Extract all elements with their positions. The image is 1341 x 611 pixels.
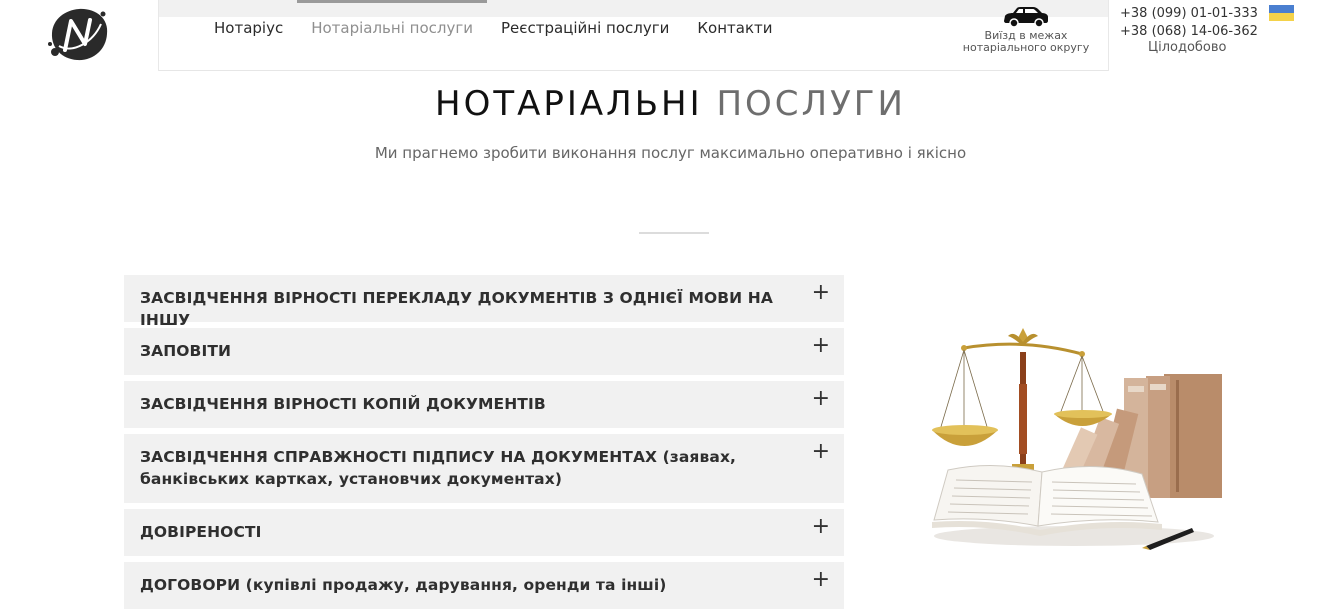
title-divider [639, 232, 709, 234]
nav-label: Реєстраційні послуги [500, 19, 670, 37]
contact-box: +38 (099) 01-01-333 +38 (068) 14-06-362 … [1108, 0, 1341, 71]
accordion-item-contracts[interactable]: ДОГОВОРИ (купівлі продажу, дарування, ор… [124, 562, 844, 609]
ukraine-flag-icon[interactable] [1269, 5, 1294, 21]
accordion-item-translation[interactable]: ЗАСВІДЧЕННЯ ВІРНОСТІ ПЕРЕКЛАДУ ДОКУМЕНТІ… [124, 275, 844, 329]
accordion-item-copies[interactable]: ЗАСВІДЧЕННЯ ВІРНОСТІ КОПІЙ ДОКУМЕНТІВ + [124, 381, 844, 428]
plus-icon[interactable]: + [812, 515, 830, 539]
nav-label: Нотаріальні послуги [311, 19, 473, 37]
phone-list: +38 (099) 01-01-333 +38 (068) 14-06-362 [1120, 5, 1258, 41]
accordion-item-label: ДОГОВОРИ (купівлі продажу, дарування, ор… [140, 576, 667, 594]
page-subtitle: Ми прагнемо зробити виконання послуг мак… [374, 144, 967, 162]
plus-icon[interactable]: + [812, 334, 830, 358]
nav-label: Нотаріус [214, 19, 284, 37]
accordion-item-label: ДОВІРЕНОСТІ [140, 523, 262, 541]
page-title: НОТАРІАЛЬНІ ПОСЛУГИ [0, 84, 1341, 124]
notary-logo-icon [48, 8, 108, 61]
page-title-part-1: НОТАРІАЛЬНІ [435, 84, 703, 124]
plus-icon[interactable]: + [812, 281, 830, 305]
nav-item-notarial-services[interactable]: Нотаріальні послуги [297, 0, 487, 60]
accordion-item-signatures[interactable]: ЗАСВІДЧЕННЯ СПРАВЖНОСТІ ПІДПИСУ НА ДОКУМ… [124, 434, 844, 503]
working-hours: Цілодобово [1148, 40, 1227, 55]
nav-label: Контакти [697, 19, 773, 37]
accordion-item-wills[interactable]: ЗАПОВІТИ + [124, 328, 844, 375]
law-illustration [924, 322, 1246, 558]
phone-link-1[interactable]: +38 (099) 01-01-333 [1120, 6, 1258, 21]
accordion-item-label: ЗАСВІДЧЕННЯ ВІРНОСТІ КОПІЙ ДОКУМЕНТІВ [140, 395, 546, 413]
plus-icon[interactable]: + [812, 568, 830, 592]
nav-item-notary[interactable]: Нотаріус [200, 0, 297, 60]
travel-info: Виїзд в межах нотаріального округу [956, 6, 1096, 54]
nav-item-registration-services[interactable]: Реєстраційні послуги [487, 0, 683, 60]
car-icon [1004, 7, 1048, 28]
accordion-item-label: ЗАСВІДЧЕННЯ ВІРНОСТІ ПЕРЕКЛАДУ ДОКУМЕНТІ… [140, 289, 773, 329]
accordion-item-label: ЗАПОВІТИ [140, 342, 232, 360]
logo-link[interactable] [0, 0, 159, 71]
site-header: Нотаріус Нотаріальні послуги Реєстраційн… [0, 0, 1341, 71]
nav-item-contacts[interactable]: Контакти [683, 0, 786, 60]
page-title-part-2: ПОСЛУГИ [716, 84, 906, 124]
phone-link-2[interactable]: +38 (068) 14-06-362 [1120, 24, 1258, 39]
accordion-item-power-of-attorney[interactable]: ДОВІРЕНОСТІ + [124, 509, 844, 556]
plus-icon[interactable]: + [812, 440, 830, 464]
travel-line-2: нотаріального округу [962, 41, 1090, 54]
main-nav: Нотаріус Нотаріальні послуги Реєстраційн… [200, 0, 787, 60]
plus-icon[interactable]: + [812, 387, 830, 411]
accordion-item-label: ЗАСВІДЧЕННЯ СПРАВЖНОСТІ ПІДПИСУ НА ДОКУМ… [140, 448, 737, 488]
